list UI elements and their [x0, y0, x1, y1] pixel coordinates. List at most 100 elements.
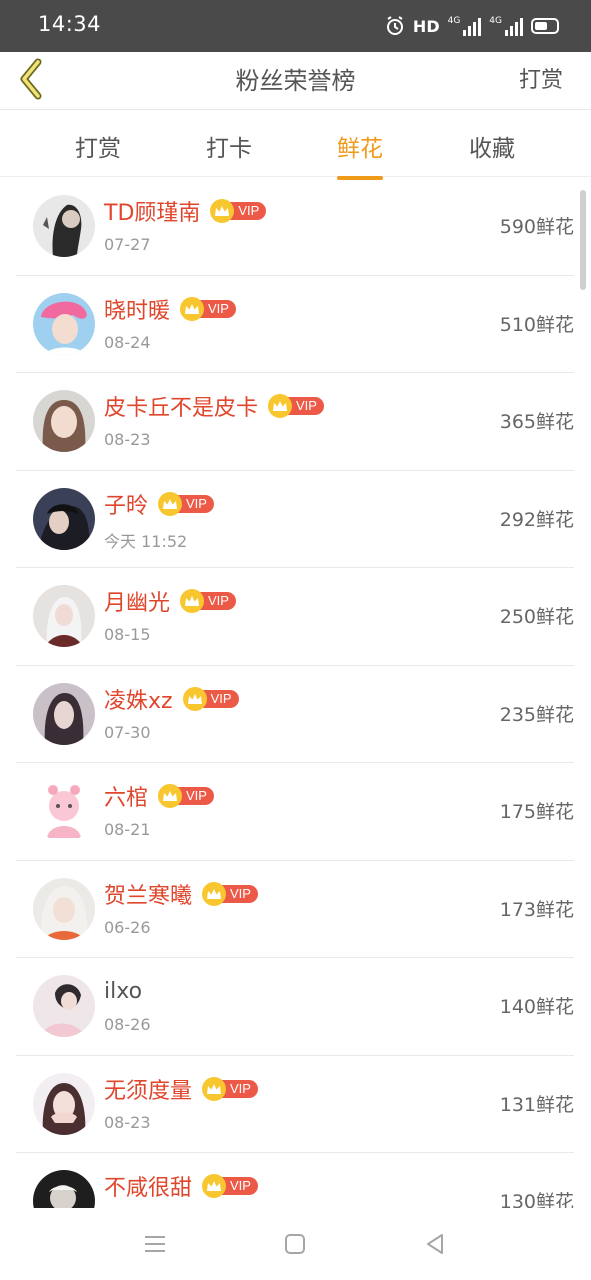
flower-amount: 173鲜花 [499, 898, 574, 921]
hd-label: HD [412, 16, 440, 36]
header: 粉丝荣誉榜 打赏 [0, 52, 591, 110]
list-item[interactable]: 月幽光 VIP 08-15 250鲜花 [16, 568, 574, 666]
tab-bar: 打赏 打卡 鲜花 收藏 [0, 111, 591, 180]
flower-amount: 365鲜花 [499, 411, 574, 433]
vip-badge: VIP [180, 589, 236, 613]
user-name[interactable]: 凌姝xz [104, 683, 173, 715]
list-item[interactable]: 不咸很甜 VIP 130鲜花 [16, 1153, 574, 1208]
user-name[interactable]: 无须度量 [104, 1073, 192, 1105]
list-item[interactable]: TD顾瑾南 VIP 07-27 590鲜花 [16, 178, 574, 276]
flower-amount: 590鲜花 [499, 216, 574, 238]
crown-icon [202, 1174, 227, 1198]
status-icons: HD 4G 4G [385, 14, 559, 38]
vip-badge: VIP [268, 394, 324, 418]
user-name[interactable]: 贺兰寒曦 [104, 878, 192, 910]
list-item[interactable]: 皮卡丘不是皮卡 VIP 08-23 365鲜花 [16, 373, 574, 471]
avatar[interactable] [33, 390, 95, 452]
menu-icon[interactable] [141, 1230, 169, 1258]
user-name[interactable]: 六棺 [104, 780, 148, 812]
tab-flowers[interactable]: 鲜花 [337, 129, 383, 180]
crown-icon [182, 686, 207, 711]
flower-amount: 250鲜花 [499, 606, 574, 628]
vip-badge: VIP [158, 784, 214, 808]
network-type: 4G [489, 16, 502, 26]
page-title: 粉丝荣誉榜 [235, 67, 356, 95]
user-name[interactable]: ilxo [104, 979, 142, 1004]
user-name[interactable]: 不咸很甜 [104, 1170, 192, 1202]
date: 08-23 [104, 1112, 151, 1132]
user-name[interactable]: 子昤 [104, 488, 148, 520]
date: 06-26 [104, 917, 151, 937]
avatar[interactable] [33, 487, 95, 550]
alarm-icon [386, 16, 403, 35]
name-line: 晓时暖 VIP [104, 294, 236, 324]
signal-icon: 4G [448, 16, 482, 36]
crown-icon [180, 589, 205, 613]
tab-label: 鲜花 [337, 136, 383, 162]
user-name[interactable]: TD顾瑾南 [104, 195, 200, 227]
crown-icon [158, 491, 183, 516]
flower-amount: 292鲜花 [499, 508, 574, 531]
flower-amount: 235鲜花 [499, 703, 574, 726]
vip-badge: VIP [210, 199, 267, 223]
list-item[interactable]: ilxo 08-26 140鲜花 [16, 958, 574, 1056]
vip-badge: VIP [180, 296, 236, 321]
avatar[interactable] [33, 877, 95, 940]
avatar[interactable] [33, 780, 95, 842]
avatar[interactable] [33, 682, 95, 745]
user-name[interactable]: 皮卡丘不是皮卡 [104, 390, 258, 422]
network-type: 4G [447, 16, 461, 26]
ranking-list[interactable]: TD顾瑾南 VIP 07-27 590鲜花 晓时暖 VIP 08-24 510鲜… [0, 178, 591, 1208]
name-line: 凌姝xz VIP [104, 684, 239, 714]
vip-badge: VIP [158, 491, 214, 516]
scrollbar[interactable] [580, 190, 586, 290]
name-line: 贺兰寒曦 VIP [104, 879, 258, 909]
status-time: 14:34 [38, 12, 102, 36]
vip-badge: VIP [182, 686, 239, 711]
square-home-icon[interactable] [281, 1230, 309, 1258]
tab-checkin[interactable]: 打卡 [206, 129, 252, 163]
tab-label: 打赏 [75, 136, 121, 162]
vip-badge: VIP [202, 1076, 258, 1101]
list-item[interactable]: 晓时暖 VIP 08-24 510鲜花 [16, 276, 574, 373]
avatar[interactable] [33, 585, 95, 647]
avatar[interactable] [33, 195, 95, 257]
name-line: 子昤 VIP [104, 489, 214, 519]
flower-amount: 510鲜花 [499, 313, 574, 336]
avatar[interactable] [33, 292, 95, 355]
vip-badge: VIP [202, 1174, 258, 1198]
list-item[interactable]: 无须度量 VIP 08-23 131鲜花 [16, 1056, 574, 1153]
triangle-back-icon[interactable] [421, 1230, 449, 1258]
tab-label: 收藏 [469, 136, 515, 162]
list-item[interactable]: 贺兰寒曦 VIP 06-26 173鲜花 [16, 861, 574, 958]
name-line: 六棺 VIP [104, 781, 214, 811]
date: 08-26 [104, 1015, 151, 1034]
flower-amount: 175鲜花 [499, 801, 574, 823]
name-line: ilxo [104, 976, 142, 1006]
flower-amount: 130鲜花 [499, 1191, 574, 1208]
name-line: 月幽光 VIP [104, 586, 236, 616]
avatar[interactable] [33, 975, 95, 1037]
avatar[interactable] [33, 1072, 95, 1135]
tab-favorites[interactable]: 收藏 [469, 129, 515, 163]
name-line: 无须度量 VIP [104, 1074, 258, 1104]
status-bar: 14:34 HD 4G 4G [0, 0, 591, 52]
user-name[interactable]: 晓时暖 [104, 293, 170, 325]
name-line: 皮卡丘不是皮卡 VIP [104, 391, 324, 421]
tip-button[interactable]: 打赏 [519, 62, 563, 94]
user-name[interactable]: 月幽光 [104, 585, 170, 617]
date: 08-23 [104, 430, 151, 449]
tab-tip[interactable]: 打赏 [75, 129, 121, 163]
list-item[interactable]: 凌姝xz VIP 07-30 235鲜花 [16, 666, 574, 763]
crown-icon [202, 1076, 227, 1101]
tab-label: 打卡 [206, 136, 252, 162]
crown-icon [202, 881, 227, 906]
battery-icon [531, 18, 559, 34]
date: 08-21 [104, 820, 151, 839]
flower-amount: 140鲜花 [499, 996, 574, 1018]
date: 今天 11:52 [104, 531, 188, 551]
date: 08-24 [104, 332, 151, 352]
list-item[interactable]: 六棺 VIP 08-21 175鲜花 [16, 763, 574, 861]
list-item[interactable]: 子昤 VIP 今天 11:52 292鲜花 [16, 471, 574, 568]
avatar[interactable] [33, 1170, 95, 1208]
